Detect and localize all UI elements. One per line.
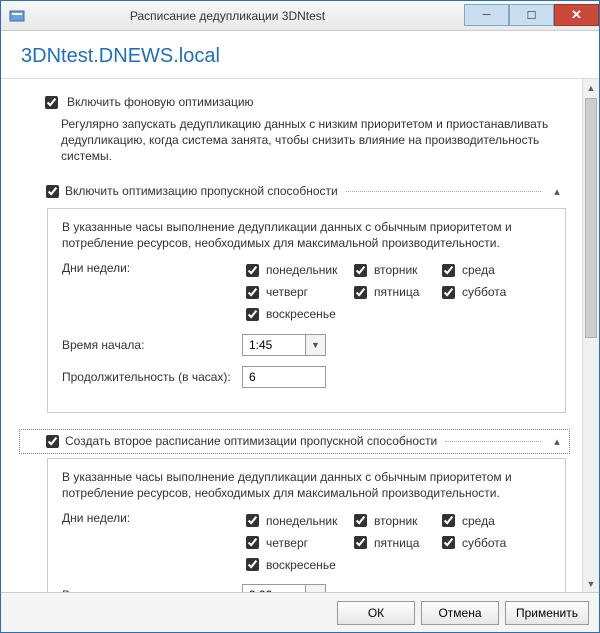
maximize-icon: ☐	[527, 9, 537, 22]
sched2-day-sun-label: воскресенье	[266, 558, 336, 572]
sched1-day-tue-label: вторник	[374, 263, 417, 277]
sched1-start-row: Время начала: ▼	[62, 334, 553, 356]
window-title: Расписание дедупликации 3DNtest	[31, 9, 464, 23]
background-opt-row: Включить фоновую оптимизацию	[41, 95, 570, 112]
divider	[346, 191, 541, 192]
sched2-enable-checkbox[interactable]	[46, 435, 59, 448]
sched2-day-fri-label: пятница	[374, 536, 419, 550]
sched1-day-thu[interactable]	[246, 286, 259, 299]
sched2-day-tue[interactable]	[354, 514, 367, 527]
close-icon: ✕	[571, 7, 582, 23]
sched2-days-grid: понедельник четверг воскресенье вторник …	[242, 511, 553, 574]
sched2-start-combo[interactable]: ▼	[242, 584, 326, 592]
sched2-day-wed[interactable]	[442, 514, 455, 527]
ok-button[interactable]: ОК	[337, 601, 415, 625]
sched1-day-wed[interactable]	[442, 264, 455, 277]
sched1-duration-row: Продолжительность (в часах):	[62, 366, 553, 388]
sched1-day-tue[interactable]	[354, 264, 367, 277]
minimize-button[interactable]: ─	[464, 4, 509, 26]
sched2-day-fri[interactable]	[354, 536, 367, 549]
sched2-day-tue-label: вторник	[374, 514, 417, 528]
sched2-day-mon-label: понедельник	[266, 514, 337, 528]
sched1-day-mon-label: понедельник	[266, 263, 337, 277]
apply-button[interactable]: Применить	[505, 601, 589, 625]
sched1-day-thu-label: четверг	[266, 285, 308, 299]
content-area: Включить фоновую оптимизацию Регулярно з…	[1, 79, 599, 592]
page-title: 3DNtest.DNEWS.local	[21, 45, 579, 68]
scroll-track[interactable]	[583, 96, 599, 575]
scroll-thumb[interactable]	[585, 98, 597, 338]
background-opt-label: Включить фоновую оптимизацию	[67, 95, 254, 109]
sched2-day-wed-label: среда	[462, 514, 495, 528]
sched1-start-combo[interactable]: ▼	[242, 334, 326, 356]
sched1-day-wed-label: среда	[462, 263, 495, 277]
sched2-day-thu[interactable]	[246, 536, 259, 549]
app-icon	[9, 8, 25, 24]
background-opt-checkbox[interactable]	[45, 96, 58, 109]
titlebar: Расписание дедупликации 3DNtest ─ ☐ ✕	[1, 1, 599, 31]
dialog-footer: ОК Отмена Применить	[1, 592, 599, 632]
sched1-days-label: Дни недели:	[62, 261, 242, 275]
sched2-desc: В указанные часы выполнение дедупликации…	[62, 469, 553, 501]
sched1-day-mon[interactable]	[246, 264, 259, 277]
sched2-days-row: Дни недели: понедельник четверг воскресе…	[62, 511, 553, 574]
sched2-days-label: Дни недели:	[62, 511, 242, 525]
sched1-day-sun-label: воскресенье	[266, 307, 336, 321]
sched2-start-row: Время начала: ▼	[62, 584, 553, 592]
divider	[445, 441, 541, 442]
sched2-day-mon[interactable]	[246, 514, 259, 527]
sched2-start-dropdown-icon[interactable]: ▼	[305, 585, 325, 592]
sched1-day-fri[interactable]	[354, 286, 367, 299]
sched2-header-label: Создать второе расписание оптимизации пр…	[65, 434, 437, 448]
sched2-day-sat[interactable]	[442, 536, 455, 549]
sched1-duration-label: Продолжительность (в часах):	[62, 370, 242, 384]
sched1-day-sat[interactable]	[442, 286, 455, 299]
sched1-header: Включить оптимизацию пропускной способно…	[19, 179, 570, 204]
sched2-start-input[interactable]	[243, 585, 305, 592]
sched1-start-dropdown-icon[interactable]: ▼	[305, 335, 325, 355]
sched1-day-sat-label: суббота	[462, 285, 506, 299]
sched2-day-sun[interactable]	[246, 558, 259, 571]
minimize-icon: ─	[483, 9, 491, 21]
sched1-panel: В указанные часы выполнение дедупликации…	[47, 208, 566, 413]
sched1-enable-checkbox[interactable]	[46, 185, 59, 198]
sched1-day-fri-label: пятница	[374, 285, 419, 299]
scroll-down-icon[interactable]: ▼	[583, 575, 599, 592]
cancel-button[interactable]: Отмена	[421, 601, 499, 625]
sched1-days-grid: понедельник четверг воскресенье вторник …	[242, 261, 553, 324]
sched1-desc: В указанные часы выполнение дедупликации…	[62, 219, 553, 251]
close-button[interactable]: ✕	[554, 4, 599, 26]
sched1-header-label: Включить оптимизацию пропускной способно…	[65, 184, 338, 198]
sched2-collapse-icon[interactable]: ▴	[549, 435, 565, 448]
background-opt-desc: Регулярно запускать дедупликацию данных …	[61, 116, 570, 165]
dialog-window: Расписание дедупликации 3DNtest ─ ☐ ✕ 3D…	[0, 0, 600, 633]
scroll-content: Включить фоновую оптимизацию Регулярно з…	[1, 79, 582, 592]
sched2-header: Создать второе расписание оптимизации пр…	[19, 429, 570, 454]
subheader: 3DNtest.DNEWS.local	[1, 31, 599, 79]
sched1-day-sun[interactable]	[246, 308, 259, 321]
scroll-up-icon[interactable]: ▲	[583, 79, 599, 96]
maximize-button[interactable]: ☐	[509, 4, 554, 26]
sched2-day-thu-label: четверг	[266, 536, 308, 550]
sched2-panel: В указанные часы выполнение дедупликации…	[47, 458, 566, 592]
sched1-start-input[interactable]	[243, 335, 305, 355]
vertical-scrollbar[interactable]: ▲ ▼	[582, 79, 599, 592]
sched2-day-sat-label: суббота	[462, 536, 506, 550]
sched1-start-label: Время начала:	[62, 338, 242, 352]
window-buttons: ─ ☐ ✕	[464, 5, 599, 26]
sched1-collapse-icon[interactable]: ▴	[549, 185, 565, 198]
sched1-duration-input[interactable]	[242, 366, 326, 388]
sched1-days-row: Дни недели: понедельник четверг воскресе…	[62, 261, 553, 324]
